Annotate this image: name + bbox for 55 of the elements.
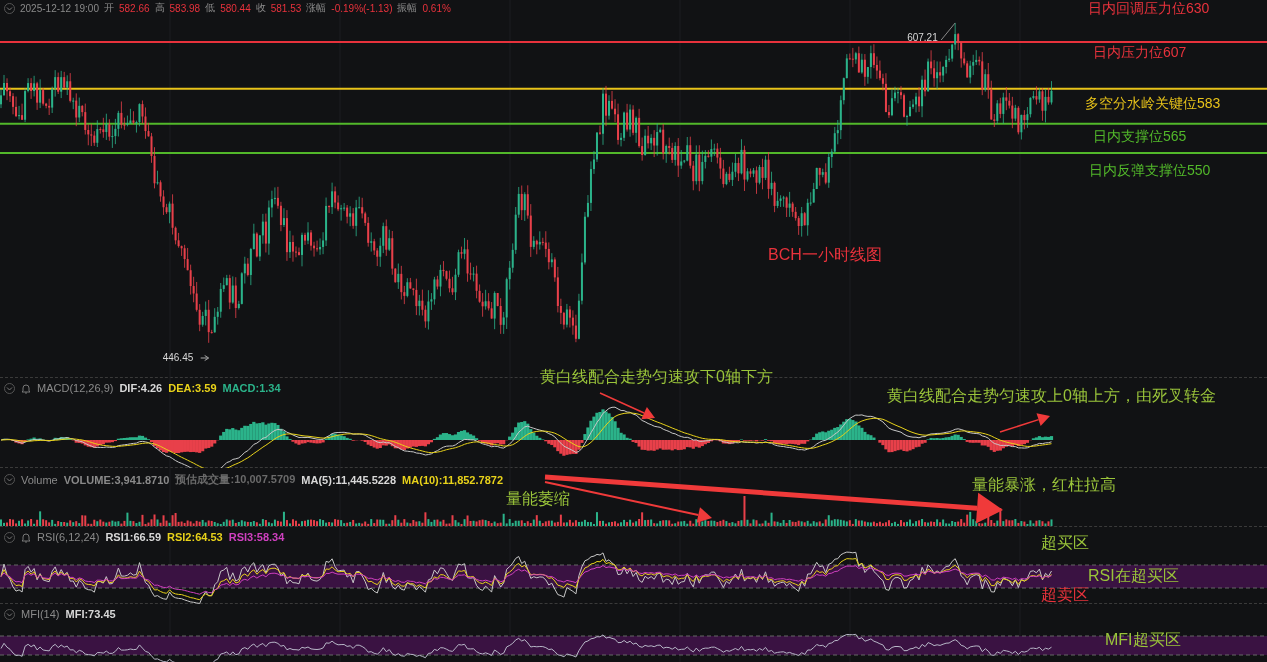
indicator-name: Volume <box>21 473 58 486</box>
indicator-value: RSI2:64.53 <box>167 531 223 543</box>
price-level-label: 日内反弹支撑位550 <box>1089 162 1211 180</box>
arrow-icon <box>200 355 210 361</box>
annotation-text: RSI在超买区 <box>1088 566 1179 586</box>
indicator-value: RSI3:58.34 <box>228 531 285 543</box>
indicator-name: MACD(12,26,9) <box>37 382 114 394</box>
ohlc-value: 583.98 <box>169 2 201 14</box>
bell-icon[interactable] <box>21 382 31 394</box>
ohlc-label: 收 <box>255 1 266 15</box>
annotation-text: 黄白线配合走势匀速攻上0轴上方，由死叉转金 <box>887 386 1216 406</box>
high-price-label: 607.21 <box>907 32 938 43</box>
indicator-name: RSI(6,12,24) <box>37 531 100 543</box>
indicator-value: DIF:4.26 <box>119 382 163 394</box>
ohlc-label: 振幅 <box>397 1 418 15</box>
indicator-name: MFI(14) <box>21 608 60 620</box>
ohlc-label: 开 <box>103 1 114 15</box>
indicator-value: MA(5):11,445.5228 <box>301 473 397 486</box>
ohlc-label: 涨幅 <box>306 1 327 15</box>
indicator-value: MFI:73.45 <box>65 608 116 620</box>
indicator-value: DEA:3.59 <box>168 382 217 394</box>
collapse-icon[interactable] <box>4 474 15 485</box>
indicator-value: MACD:1.34 <box>222 382 281 394</box>
annotation-text: 超买区 <box>1041 533 1089 553</box>
candle-datetime: 2025-12-12 19:00 <box>20 2 99 14</box>
annotation-arrow <box>999 413 1050 433</box>
ohlc-value: 582.66 <box>118 2 150 14</box>
collapse-icon[interactable] <box>4 382 15 394</box>
low-price-label: 446.45 <box>162 352 194 363</box>
chart-title: BCH一小时线图 <box>768 245 882 265</box>
price-level-label: 多空分水岭关键位583 <box>1085 95 1221 113</box>
annotation-arrow <box>599 392 655 420</box>
indicator-value: RSI1:66.59 <box>105 531 162 543</box>
price-level-label: 日内回调压力位630 <box>1088 0 1210 18</box>
annotation-text: 量能萎缩 <box>506 489 570 509</box>
collapse-icon[interactable] <box>4 531 15 543</box>
collapse-icon[interactable] <box>4 2 15 14</box>
ohlc-value: 581.53 <box>270 2 302 14</box>
high-marker-line <box>940 22 956 41</box>
ohlc-value: 580.44 <box>220 2 251 14</box>
annotation-text: MFI超买区 <box>1105 630 1181 650</box>
price-level-label: 日内压力位607 <box>1093 44 1187 62</box>
ohlc-label: 高 <box>154 1 165 15</box>
annotation-text: 量能暴涨，红柱拉高 <box>972 475 1116 495</box>
ohlc-value: -0.19%(-1.13) <box>331 2 393 14</box>
bell-icon[interactable] <box>21 531 31 543</box>
annotation-text: 黄白线配合走势匀速攻下0轴下方 <box>540 367 773 387</box>
ohlc-label: 低 <box>205 1 216 15</box>
price-level-label: 日内支撑位565 <box>1093 128 1187 146</box>
indicator-value: 预估成交量:10,007.5709 <box>175 472 296 487</box>
collapse-icon[interactable] <box>4 608 15 620</box>
indicator-value: VOLUME:3,941.8710 <box>63 473 170 486</box>
indicator-value: MA(10):11,852.7872 <box>402 473 503 486</box>
annotation-text: 超卖区 <box>1041 585 1089 605</box>
ohlc-value: 0.61% <box>422 2 451 14</box>
